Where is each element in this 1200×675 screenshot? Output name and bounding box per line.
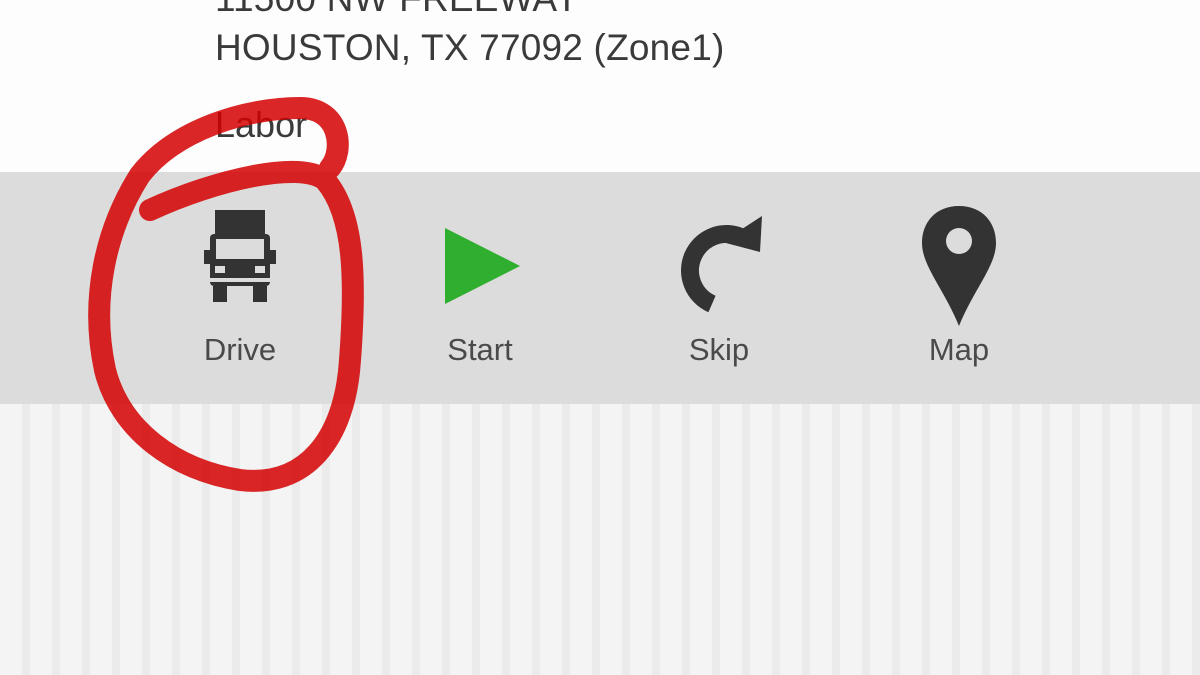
start-label: Start <box>447 332 513 367</box>
skip-label: Skip <box>688 332 750 367</box>
redo-arrow-icon <box>681 216 762 313</box>
start-button[interactable]: Start <box>380 172 580 404</box>
drive-button[interactable]: Drive <box>140 172 340 404</box>
drive-label: Drive <box>203 332 277 367</box>
service-type-label: Labor <box>215 104 308 145</box>
address-line-1: 11500 NW FREEWAY <box>215 0 579 20</box>
list-area <box>0 404 1200 675</box>
action-bar: Drive Start Skip Map <box>0 172 1200 404</box>
play-icon <box>445 228 520 304</box>
truck-icon <box>204 210 276 302</box>
stop-details: 11500 NW FREEWAY HOUSTON, TX 77092 (Zone… <box>0 0 1200 172</box>
map-button[interactable]: Map <box>859 172 1059 404</box>
map-label: Map <box>928 332 990 367</box>
map-pin-icon <box>922 206 996 326</box>
app-screen: 11500 NW FREEWAY HOUSTON, TX 77092 (Zone… <box>0 0 1200 675</box>
address-line-2: HOUSTON, TX 77092 (Zone1) <box>215 27 725 68</box>
skip-button[interactable]: Skip <box>619 172 819 404</box>
